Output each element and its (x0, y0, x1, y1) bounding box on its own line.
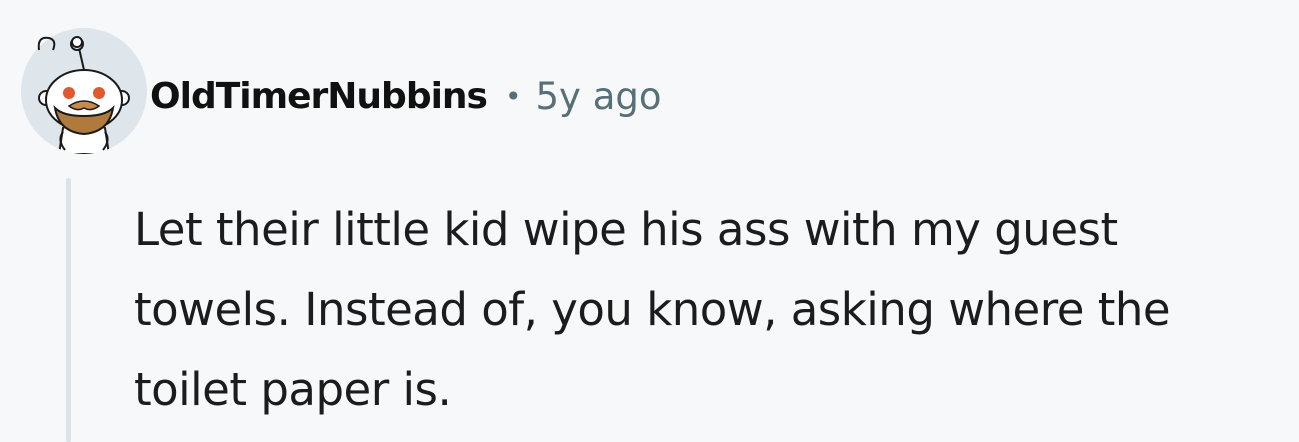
comment-body: Let their little kid wipe his ass with m… (134, 203, 1171, 416)
comment-meta: OldTimerNubbins • 5y ago (150, 70, 662, 122)
author-username-link[interactable]: OldTimerNubbins (150, 76, 488, 117)
user-avatar-icon[interactable] (21, 28, 147, 154)
thread-collapse-line[interactable] (66, 178, 71, 442)
comment-timestamp[interactable]: 5y ago (536, 75, 662, 118)
meta-separator: • (504, 79, 522, 113)
comment-card: OldTimerNubbins • 5y ago Let their littl… (0, 0, 1299, 442)
